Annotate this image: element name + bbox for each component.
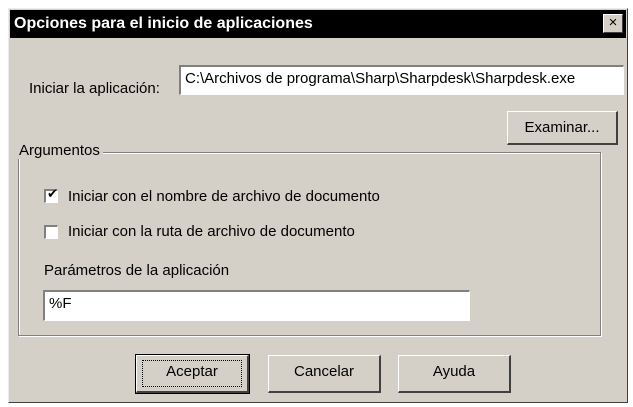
help-button-label: Ayuda (432, 363, 476, 380)
checkmark-icon: ✔ (47, 187, 58, 202)
help-button[interactable]: Ayuda (398, 355, 511, 393)
arguments-group-title: Argumentos (16, 142, 103, 159)
params-input[interactable]: %F (43, 290, 470, 321)
app-path-label: Iniciar la aplicación: (29, 80, 160, 97)
browse-button-label: Examinar... (524, 119, 600, 136)
title-bar[interactable]: Opciones para el inicio de aplicaciones … (10, 10, 626, 38)
window-title: Opciones para el inicio de aplicaciones (14, 15, 313, 32)
app-path-input[interactable]: C:\Archivos de programa\Sharp\Sharpdesk\… (179, 65, 624, 95)
params-label: Parámetros de la aplicación (44, 262, 230, 279)
cancel-button[interactable]: Cancelar (268, 355, 381, 393)
checkbox-path-label[interactable]: Iniciar con la ruta de archivo de docume… (68, 223, 355, 240)
ok-button[interactable]: Aceptar (135, 354, 250, 394)
checkbox-path[interactable] (44, 225, 58, 239)
checkbox-filename-label[interactable]: Iniciar con el nombre de archivo de docu… (68, 188, 380, 205)
close-icon: × (608, 14, 618, 31)
browse-button[interactable]: Examinar... (507, 111, 618, 145)
cancel-button-label: Cancelar (293, 363, 355, 380)
close-button[interactable]: × (603, 14, 623, 33)
checkbox-filename[interactable]: ✔ (44, 187, 58, 203)
ok-button-label: Aceptar (166, 363, 218, 380)
